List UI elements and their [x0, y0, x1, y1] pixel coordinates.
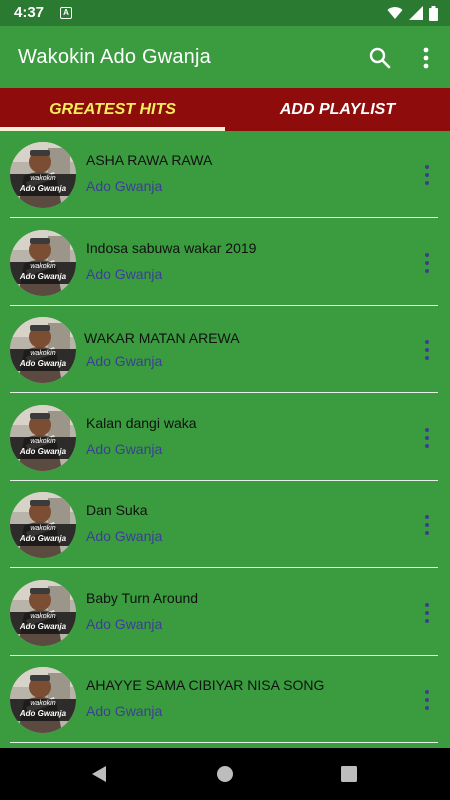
- album-art-caption-bottom: Ado Gwanja: [19, 446, 67, 456]
- song-artist: Ado Gwanja: [86, 353, 163, 369]
- album-art-thumbnail: wakokin Ado Gwanja: [10, 142, 76, 208]
- battery-icon: [429, 5, 438, 21]
- tab-greatest-hits[interactable]: GREATEST HITS: [0, 88, 225, 131]
- album-art-caption: wakokin Ado Gwanja: [10, 174, 76, 196]
- wifi-icon: [387, 7, 403, 20]
- navigation-bar: [0, 748, 450, 800]
- song-title: Kalan dangi waka: [86, 414, 197, 431]
- back-icon: [92, 766, 106, 782]
- tab-bar: GREATEST HITS ADD PLAYLIST: [0, 88, 450, 131]
- home-button[interactable]: [213, 762, 237, 786]
- song-artist: Ado Gwanja: [86, 528, 163, 544]
- song-more-options-icon[interactable]: [418, 163, 436, 187]
- song-title: Baby Turn Around: [86, 589, 199, 606]
- song-more-options-icon[interactable]: [418, 601, 436, 625]
- song-list: wakokin Ado Gwanja ASHA RAWA RAWA Ado Gwanj…: [0, 131, 450, 748]
- album-art-caption-top: wakokin: [30, 525, 56, 532]
- status-time: 4:37: [14, 4, 45, 21]
- album-art-thumbnail: wakokin Ado Gwanja: [10, 317, 76, 383]
- album-art-caption-top: wakokin: [30, 437, 56, 445]
- song-title: AHAYYE SAMA CIBIYAR NISA SONG: [86, 677, 325, 693]
- album-art-caption: wakokin Ado Gwanja: [10, 524, 76, 546]
- song-more-options-icon[interactable]: [418, 338, 436, 362]
- status-bar: 4:37 A: [0, 0, 450, 26]
- song-artist: Ado Gwanja: [86, 440, 163, 457]
- album-art-caption-bottom: Ado Gwanja: [19, 359, 67, 368]
- song-list-item[interactable]: wakokin Ado Gwanja Dan Suka Ado Gwanja: [0, 481, 450, 569]
- notification-icon: A: [60, 7, 72, 19]
- song-list-item[interactable]: wakokin Ado Gwanja Kalan dangi waka Ado Gwa…: [0, 394, 450, 482]
- search-icon: [369, 47, 391, 69]
- recents-button[interactable]: [337, 762, 361, 786]
- song-more-options-icon[interactable]: [418, 513, 436, 537]
- song-artist: Ado Gwanja: [86, 615, 163, 632]
- more-vert-icon: [423, 47, 429, 69]
- app-title: Wakokin Ado Gwanja: [18, 46, 211, 68]
- song-artist: Ado Gwanja: [86, 178, 163, 194]
- song-list-item[interactable]: wakokin Ado Gwanja AHAYYE SAMA CIBIYAR NIS…: [0, 656, 450, 744]
- album-art-thumbnail: wakokin Ado Gwanja: [10, 667, 76, 733]
- song-title: Indosa sabuwa wakar 2019: [86, 239, 257, 256]
- song-list-item[interactable]: wakokin Ado Gwanja WAKAR MATAN AREWA Ado Gw…: [0, 306, 450, 394]
- album-art-caption-top: wakokin: [30, 350, 56, 357]
- list-divider: [10, 742, 438, 743]
- album-art-caption-bottom: Ado Gwanja: [19, 534, 67, 543]
- song-artist: Ado Gwanja: [86, 703, 163, 719]
- song-more-options-icon[interactable]: [418, 688, 436, 712]
- song-title: Dan Suka: [86, 502, 148, 518]
- album-art-thumbnail: wakokin Ado Gwanja: [10, 229, 76, 296]
- recents-icon: [341, 766, 357, 782]
- song-list-item[interactable]: wakokin Ado Gwanja Indosa sabuwa wakar 201…: [0, 219, 450, 307]
- song-more-options-icon[interactable]: [418, 251, 436, 275]
- cell-signal-icon: [409, 6, 423, 20]
- album-art-thumbnail: wakokin Ado Gwanja: [10, 404, 76, 471]
- song-title: ASHA RAWA RAWA: [86, 152, 213, 168]
- song-more-options-icon[interactable]: [418, 426, 436, 450]
- album-art-caption: wakokin Ado Gwanja: [10, 349, 76, 371]
- overflow-menu-button[interactable]: [412, 44, 440, 72]
- back-button[interactable]: [87, 762, 111, 786]
- album-art-caption-bottom: Ado Gwanja: [19, 621, 67, 631]
- song-artist: Ado Gwanja: [86, 265, 163, 282]
- app-bar: Wakokin Ado Gwanja: [0, 26, 450, 88]
- album-art-thumbnail: wakokin Ado Gwanja: [10, 492, 76, 558]
- album-art-caption-bottom: Ado Gwanja: [19, 271, 67, 281]
- album-art-caption-bottom: Ado Gwanja: [19, 709, 67, 718]
- album-art-caption-top: wakokin: [30, 700, 56, 707]
- album-art-caption-top: wakokin: [30, 612, 56, 620]
- album-art-caption: wakokin Ado Gwanja: [10, 699, 76, 721]
- tab-add-playlist[interactable]: ADD PLAYLIST: [225, 88, 450, 131]
- song-list-item[interactable]: wakokin Ado Gwanja ASHA RAWA RAWA Ado Gwanj…: [0, 131, 450, 219]
- search-button[interactable]: [366, 44, 394, 72]
- album-art-caption-top: wakokin: [30, 262, 56, 270]
- album-art-caption-top: wakokin: [30, 175, 56, 182]
- song-list-item[interactable]: wakokin Ado Gwanja Baby Turn Around Ado Gwa…: [0, 569, 450, 657]
- album-art-caption: wakokin Ado Gwanja: [10, 261, 76, 284]
- album-art-thumbnail: wakokin Ado Gwanja: [10, 579, 76, 646]
- home-icon: [217, 766, 233, 782]
- album-art-caption-bottom: Ado Gwanja: [19, 184, 67, 193]
- album-art-caption: wakokin Ado Gwanja: [10, 611, 76, 634]
- status-icons: [387, 5, 438, 21]
- album-art-caption: wakokin Ado Gwanja: [10, 436, 76, 459]
- song-title: WAKAR MATAN AREWA: [84, 330, 240, 346]
